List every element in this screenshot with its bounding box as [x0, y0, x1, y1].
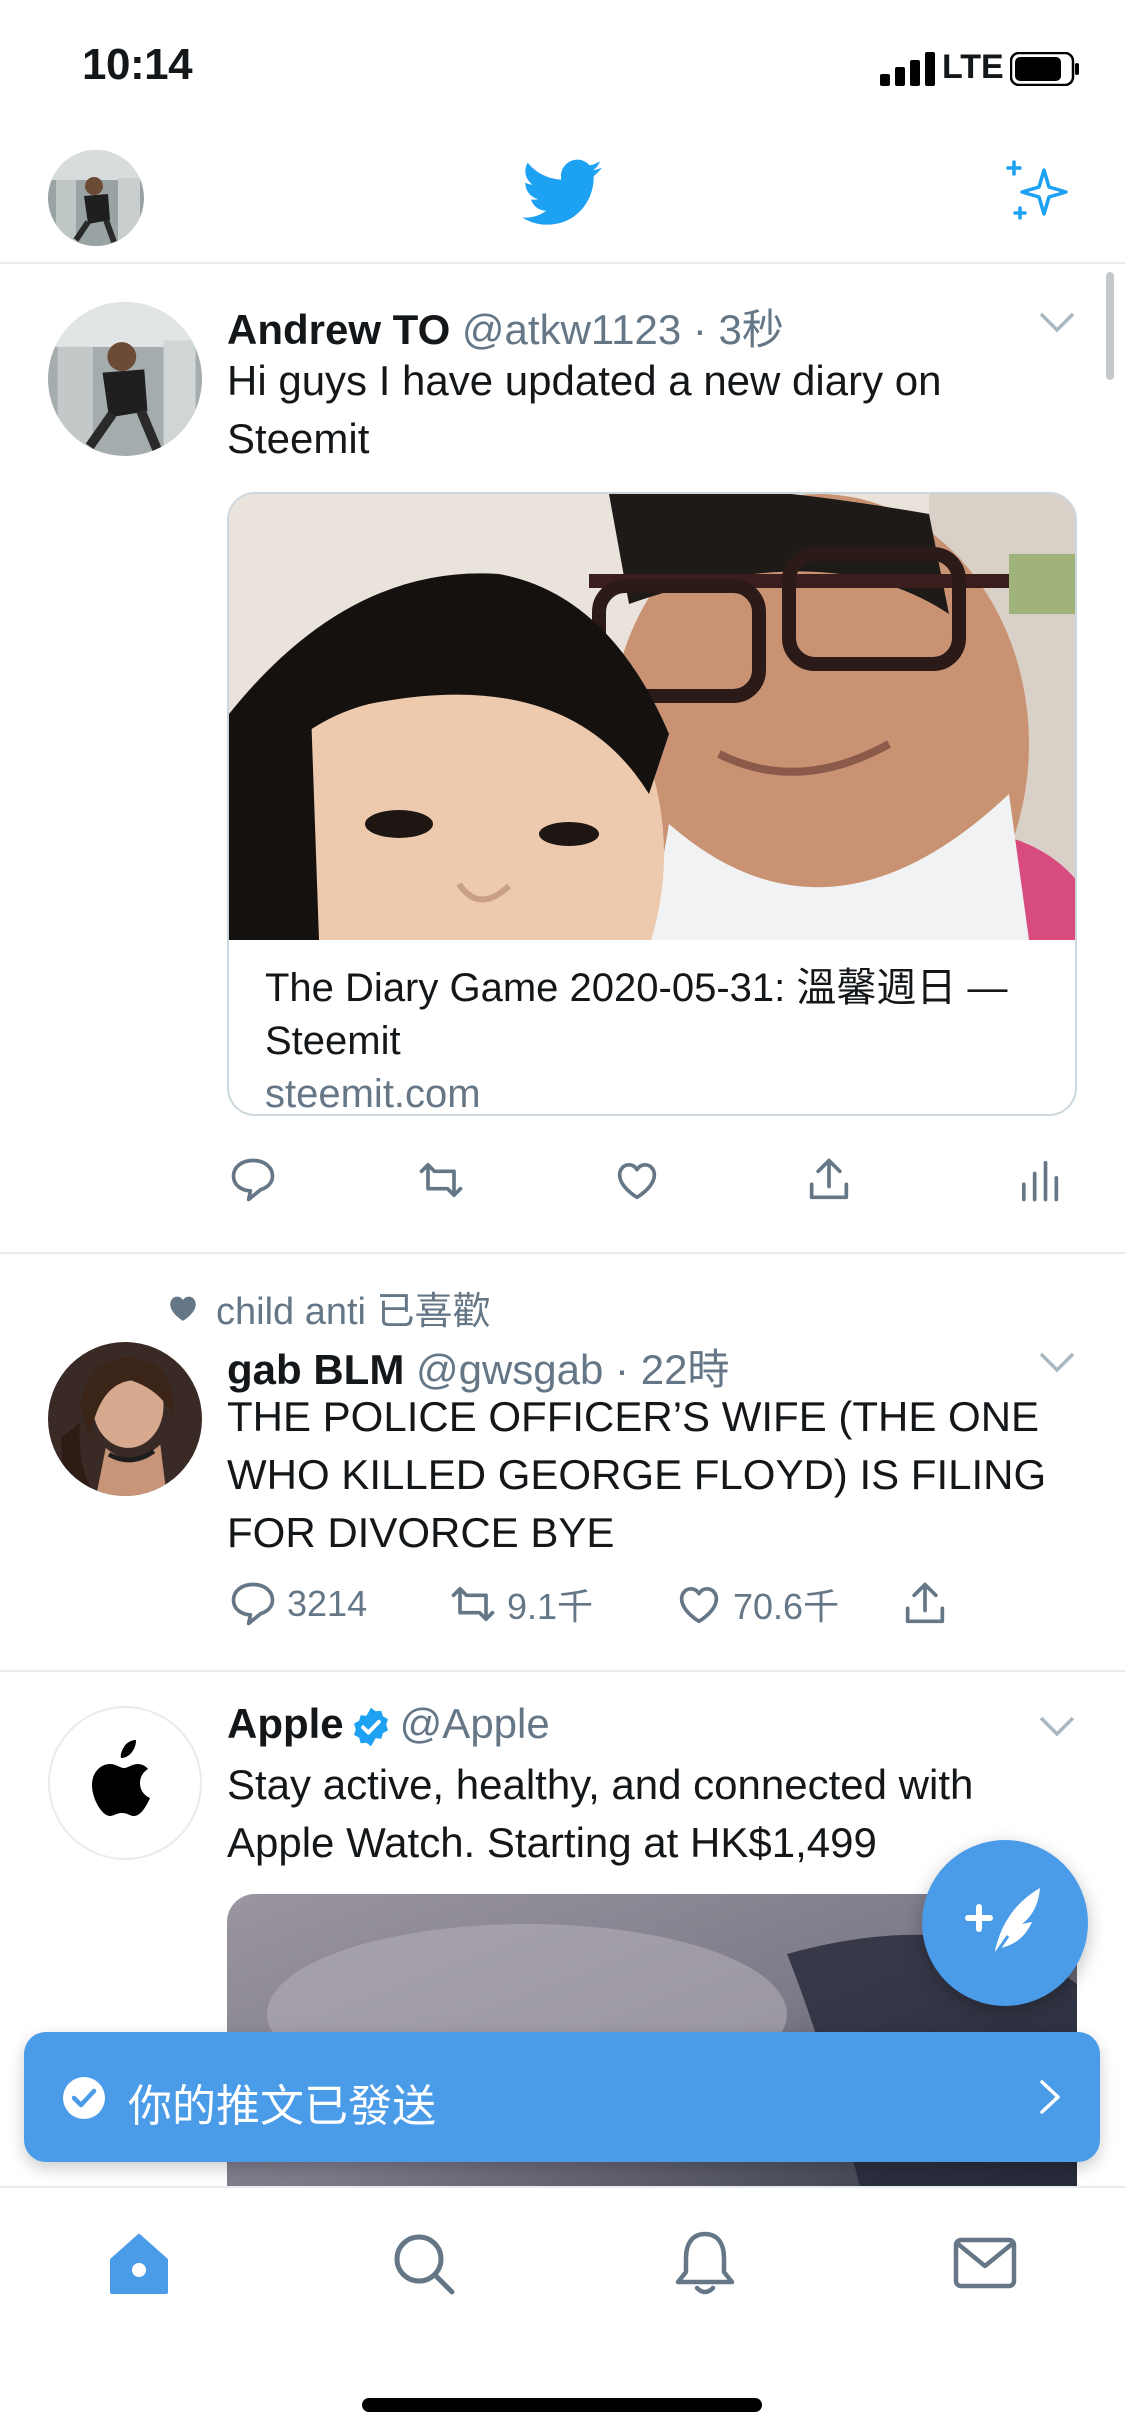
compose-tweet-button[interactable]: [922, 1840, 1088, 2006]
mail-icon[interactable]: [950, 2228, 1020, 2298]
retweet-icon: [451, 1586, 495, 1622]
liked-by-row: child anti 已喜歡: [166, 1280, 491, 1335]
reply-count: 3214: [287, 1583, 368, 1624]
apple-logo-icon: [92, 1740, 150, 1816]
chevron-down-icon[interactable]: [1037, 310, 1077, 334]
profile-avatar[interactable]: [48, 150, 144, 246]
tweet-text: THE POLICE OFFICER’S WIFE (THE ONE WHO K…: [227, 1393, 1047, 1556]
tweet-header: Andrew TO @atkw1123 · 3秒: [227, 296, 784, 357]
home-indicator[interactable]: [362, 2398, 762, 2412]
heart-filled-icon: [170, 1296, 196, 1321]
tweet-actions: [227, 1148, 1077, 1212]
toast-message: 你的推文已發送: [128, 2081, 436, 2132]
like-button[interactable]: [611, 1148, 663, 1212]
status-time: 10:14: [82, 40, 193, 89]
share-icon: [905, 1582, 945, 1624]
tweet-andrew[interactable]: Andrew TO @atkw1123 · 3秒 Hi guys I have …: [0, 266, 1125, 1254]
tweet-gab[interactable]: child anti 已喜歡 gab BLM @gwsgab · 22時 THE…: [0, 1254, 1125, 1672]
card-text: The Diary Game 2020-05-31: 溫馨週日 — Steemi…: [229, 940, 1075, 1116]
scrollbar[interactable]: [1106, 272, 1114, 380]
share-button[interactable]: [899, 1572, 951, 1636]
network-label: LTE: [942, 48, 1004, 86]
handle-time: @gwsgab · 22時: [415, 1346, 730, 1393]
like-count: 70.6千: [733, 1586, 840, 1627]
retweet-button[interactable]: [415, 1148, 467, 1212]
link-card[interactable]: The Diary Game 2020-05-31: 溫馨週日 — Steemi…: [227, 492, 1077, 1116]
like-button[interactable]: 70.6千: [673, 1572, 839, 1636]
avatar[interactable]: [48, 1342, 202, 1496]
verified-badge-icon: [353, 1707, 388, 1747]
tweet-actions: 3214 9.1千 70.6千: [227, 1572, 1077, 1636]
liked-by-text[interactable]: child anti 已喜歡: [216, 1280, 491, 1335]
avatar[interactable]: [48, 1706, 202, 1860]
card-title: The Diary Game 2020-05-31: 溫馨週日 — Steemi…: [265, 966, 1008, 1063]
status-bar: 10:14 LTE: [0, 0, 1125, 140]
reply-button[interactable]: 3214: [227, 1572, 367, 1636]
retweet-count: 9.1千: [507, 1586, 594, 1627]
reply-icon: [231, 1158, 275, 1202]
share-icon: [809, 1158, 849, 1200]
tweet-sent-toast[interactable]: 你的推文已發送: [24, 2032, 1100, 2162]
reply-button[interactable]: [227, 1148, 279, 1212]
card-domain: steemit.com: [265, 1072, 481, 1116]
heart-icon: [679, 1586, 719, 1624]
chevron-right-icon: [1040, 2080, 1060, 2114]
home-icon[interactable]: [104, 2228, 174, 2298]
tweet-header: Apple @Apple: [227, 1700, 550, 1748]
avatar[interactable]: [48, 302, 202, 456]
compose-feather-icon: [965, 1888, 1040, 1957]
retweet-icon: [419, 1162, 463, 1198]
card-image: [229, 494, 1075, 940]
sparkle-icon[interactable]: [1004, 156, 1076, 228]
check-circle-icon: [63, 2077, 105, 2119]
battery-icon: [1010, 52, 1079, 86]
tweet-text: Hi guys I have updated a new diary on St…: [227, 357, 942, 462]
reply-icon: [231, 1582, 275, 1626]
display-name[interactable]: Andrew TO: [227, 306, 450, 353]
retweet-button[interactable]: 9.1千: [447, 1572, 593, 1636]
display-name[interactable]: Apple: [227, 1700, 344, 1747]
bell-icon[interactable]: [670, 2228, 740, 2298]
handle: @Apple: [399, 1700, 550, 1747]
chevron-down-icon[interactable]: [1037, 1714, 1077, 1738]
analytics-icon: [1021, 1160, 1059, 1202]
display-name[interactable]: gab BLM: [227, 1346, 404, 1393]
handle-time: @atkw1123 · 3秒: [461, 306, 784, 353]
analytics-button[interactable]: [1013, 1148, 1065, 1212]
heart-icon: [617, 1162, 657, 1200]
timeline-header: [0, 140, 1125, 264]
search-icon[interactable]: [388, 2228, 458, 2298]
chevron-down-icon[interactable]: [1037, 1350, 1077, 1374]
share-button[interactable]: [803, 1148, 855, 1212]
signal-icon: [880, 52, 935, 86]
twitter-bird-icon[interactable]: [522, 158, 602, 228]
